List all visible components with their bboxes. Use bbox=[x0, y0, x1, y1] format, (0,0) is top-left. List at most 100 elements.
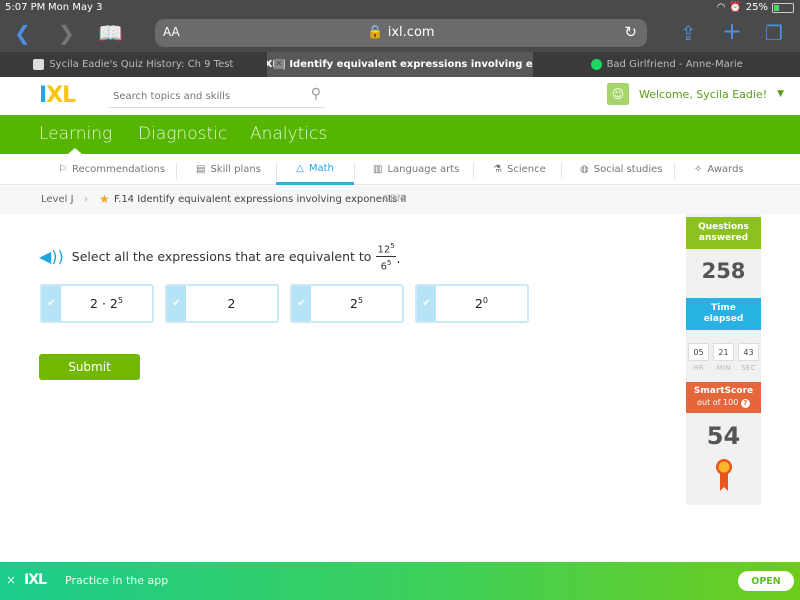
answer-exp: 0 bbox=[482, 296, 489, 305]
tab-title: IXL | Identify equivalent expressions in… bbox=[266, 59, 534, 70]
subnav-label: Science bbox=[506, 164, 546, 175]
answer-tile[interactable]: ✔ 25 bbox=[290, 284, 404, 323]
tab-title: Sycila Eadie's Quiz History: Ch 9 Test bbox=[49, 59, 234, 70]
subnav-math[interactable]: △ Math bbox=[276, 154, 354, 185]
questions-answered-header: Questions answered bbox=[686, 217, 761, 249]
breadcrumb-level[interactable]: Level J bbox=[41, 194, 74, 205]
welcome-text: Welcome, Sycila Eadie! bbox=[639, 87, 768, 101]
help-icon[interactable]: ? bbox=[740, 399, 750, 408]
smartscore-header: SmartScore out of 100 ? bbox=[686, 382, 761, 413]
reload-icon[interactable]: ↻ bbox=[624, 23, 637, 41]
new-tab-icon[interactable]: + bbox=[722, 17, 742, 45]
status-time: 5:07 PM bbox=[5, 2, 46, 13]
nav-diagnostic[interactable]: Diagnostic bbox=[138, 124, 227, 144]
award-icon: ✧ bbox=[694, 164, 703, 175]
user-menu[interactable]: ☺ Welcome, Sycila Eadie! ▼ bbox=[607, 83, 784, 105]
skill-code: QDM bbox=[383, 194, 405, 204]
battery-icon bbox=[772, 2, 794, 13]
status-bar: 5:07 PM Mon May 3 ◠ ⏰ 25% bbox=[0, 0, 800, 16]
banner-logo: IXL bbox=[24, 572, 47, 588]
checkmark-icon: ✔ bbox=[292, 286, 311, 321]
close-banner-icon[interactable]: × bbox=[6, 573, 16, 587]
subnav-label: Language arts bbox=[387, 164, 460, 175]
speaker-icon[interactable]: ◀)) bbox=[39, 247, 64, 266]
wifi-icon: ◠ bbox=[716, 2, 726, 13]
stats-sidebar: Questions answered 258 Time elapsed 05 HR 2… bbox=[686, 214, 761, 505]
browser-toolbar: ❮ ❯ 📖 AA 🔒 ixl.com ↻ ⇪ + ❐ bbox=[0, 16, 800, 52]
signpost-icon: ⚐ bbox=[58, 164, 67, 175]
subnav-awards[interactable]: ✧ Awards bbox=[694, 154, 744, 185]
subnav-label: Awards bbox=[707, 164, 744, 175]
divider bbox=[176, 162, 177, 179]
search-box: ⚲ bbox=[108, 84, 325, 108]
question-fraction: 125 65 bbox=[376, 240, 396, 274]
den-exp: 5 bbox=[387, 259, 392, 268]
browser-tab-quiz-history[interactable]: Sycila Eadie's Quiz History: Ch 9 Test bbox=[0, 52, 267, 77]
smartscore-label: SmartScore bbox=[693, 386, 754, 396]
battery-percent: 25% bbox=[745, 2, 768, 13]
chevron-right-icon: › bbox=[84, 194, 88, 205]
subnav-language-arts[interactable]: ▥ Language arts bbox=[373, 154, 459, 185]
subject-nav: ⚐ Recommendations ▤ Skill plans △ Math ▥ Lan… bbox=[0, 154, 800, 185]
subnav-label: Recommendations bbox=[71, 164, 166, 175]
smartscore-sub: out of 100 ? bbox=[686, 397, 761, 408]
chevron-down-icon: ▼ bbox=[777, 89, 785, 99]
time-elapsed-header: Time elapsed bbox=[686, 298, 761, 330]
answer-tile[interactable]: ✔ 20 bbox=[415, 284, 529, 323]
submit-button[interactable]: Submit bbox=[39, 354, 140, 380]
search-input[interactable] bbox=[108, 85, 298, 108]
subnav-recommendations[interactable]: ⚐ Recommendations bbox=[58, 154, 165, 185]
nav-analytics[interactable]: Analytics bbox=[250, 124, 327, 144]
timer-value: 05 bbox=[688, 343, 709, 361]
globe-icon: ◍ bbox=[580, 164, 589, 175]
browser-tab-spotify[interactable]: Bad Girlfriend - Anne-Marie bbox=[533, 52, 800, 77]
nav-learning[interactable]: Learning bbox=[39, 124, 112, 144]
search-icon[interactable]: ⚲ bbox=[311, 86, 321, 102]
answer-tile[interactable]: ✔ 2 bbox=[165, 284, 279, 323]
star-icon[interactable]: ★ bbox=[99, 192, 110, 206]
banner-text: Practice in the app bbox=[65, 574, 169, 587]
question-prompt: Select all the expressions that are equi… bbox=[71, 249, 372, 265]
answer-base: 2 · 2 bbox=[90, 296, 118, 311]
bookmarks-icon[interactable]: 📖 bbox=[98, 21, 123, 45]
checkmark-icon: ✔ bbox=[417, 286, 436, 321]
clipboard-icon: ▤ bbox=[196, 164, 206, 175]
share-icon[interactable]: ⇪ bbox=[680, 21, 697, 45]
timer-value: 43 bbox=[738, 343, 759, 361]
ixl-header: IXL ⚲ ☺ Welcome, Sycila Eadie! ▼ bbox=[0, 77, 800, 115]
answer-base: 2 bbox=[474, 296, 483, 311]
status-date: Mon May 3 bbox=[48, 2, 103, 13]
answer-tile[interactable]: ✔ 2 · 25 bbox=[40, 284, 154, 323]
te-label-1: Time bbox=[711, 303, 736, 313]
answer-base: 2 bbox=[227, 296, 236, 311]
tabs-overview-icon[interactable]: ❐ bbox=[765, 21, 783, 45]
address-bar[interactable]: AA 🔒 ixl.com ↻ bbox=[155, 19, 647, 47]
tab-title: Bad Girlfriend - Anne-Marie bbox=[606, 59, 743, 70]
skill-title: F.14 Identify equivalent expressions inv… bbox=[114, 194, 407, 205]
te-label-2: elapsed bbox=[703, 314, 744, 324]
open-app-button[interactable]: OPEN bbox=[738, 571, 794, 591]
subnav-label: Skill plans bbox=[210, 164, 261, 175]
answer-value: 2 bbox=[186, 286, 277, 321]
timer-minutes: 21 MIN bbox=[713, 343, 734, 372]
timer-unit: HR bbox=[693, 364, 704, 372]
browser-chrome: 5:07 PM Mon May 3 ◠ ⏰ 25% ❮ ❯ 📖 AA 🔒 ixl… bbox=[0, 0, 800, 77]
subnav-skill-plans[interactable]: ▤ Skill plans bbox=[196, 154, 261, 185]
question-period: . bbox=[396, 251, 401, 266]
divider bbox=[354, 162, 355, 179]
back-icon[interactable]: ❮ bbox=[14, 21, 31, 45]
browser-tab-ixl[interactable]: ✕ IXL | Identify equivalent expressions … bbox=[266, 52, 534, 77]
divider bbox=[473, 162, 474, 179]
ixl-logo[interactable]: IXL bbox=[39, 85, 76, 107]
status-right: ◠ ⏰ 25% bbox=[717, 2, 794, 13]
subnav-science[interactable]: ⚗ Science bbox=[493, 154, 546, 185]
fraction-denominator: 65 bbox=[381, 257, 392, 273]
num-base: 12 bbox=[377, 244, 391, 256]
subnav-social-studies[interactable]: ◍ Social studies bbox=[580, 154, 663, 185]
close-tab-icon[interactable]: ✕ bbox=[273, 59, 284, 69]
fraction-numerator: 125 bbox=[376, 240, 396, 258]
lock-icon: 🔒 bbox=[367, 25, 384, 40]
forward-icon[interactable]: ❯ bbox=[58, 21, 75, 45]
divider bbox=[561, 162, 562, 179]
screen: 5:07 PM Mon May 3 ◠ ⏰ 25% ❮ ❯ 📖 AA 🔒 ixl… bbox=[0, 0, 800, 600]
